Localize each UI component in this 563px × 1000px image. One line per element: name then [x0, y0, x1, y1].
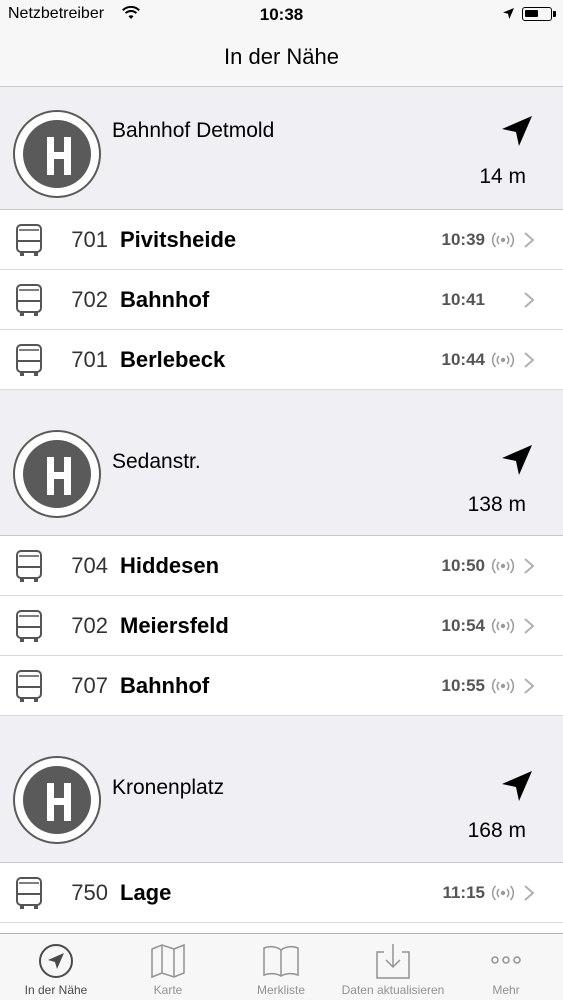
chevron-right-icon [523, 617, 535, 640]
departure-row[interactable]: 702 Meiersfeld 10:54 [0, 596, 563, 656]
tab-label: Karte [153, 983, 183, 997]
line-number: 750 [71, 880, 108, 905]
tab-daten-aktualisieren[interactable]: Daten aktualisieren [337, 934, 449, 1000]
page-title: In der Nähe [224, 44, 339, 69]
realtime-signal-icon [490, 884, 516, 907]
departure-time: 10:54 [441, 616, 485, 635]
bus-icon [15, 343, 43, 382]
destination: Lage [120, 880, 172, 905]
stop-header[interactable]: Sedanstr. 138 m [0, 390, 563, 536]
departure-row[interactable]: 701 Berlebeck 10:44 [0, 330, 563, 390]
destination: Hiddesen [120, 553, 220, 578]
map-icon [149, 942, 187, 985]
realtime-signal-icon [490, 231, 516, 254]
destination: Meiersfeld [120, 613, 229, 638]
departure-time: 11:15 [442, 883, 485, 902]
bus-icon [15, 609, 43, 648]
bus-stop-h-icon [13, 756, 101, 844]
departure-row[interactable]: 702 Bahnhof 10:41 [0, 270, 563, 330]
chevron-right-icon [523, 677, 535, 700]
bus-stop-h-icon [13, 430, 101, 518]
navigation-bar: In der Nähe [0, 30, 563, 87]
departure-time: 10:41 [441, 290, 485, 309]
battery-icon [522, 7, 552, 21]
stop-name: Sedanstr. [112, 450, 201, 473]
location-services-icon [502, 7, 515, 25]
departure-row[interactable]: 701 Pivitsheide 10:39 [0, 210, 563, 270]
realtime-signal-icon [490, 617, 516, 640]
chevron-right-icon [523, 291, 535, 314]
line-number: 701 [71, 227, 108, 252]
tab-karte[interactable]: Karte [112, 934, 224, 1000]
realtime-signal-icon [490, 677, 516, 700]
destination: Bahnhof [120, 287, 210, 312]
more-dots-icon [487, 942, 525, 985]
wifi-icon [122, 5, 140, 25]
line-number: 707 [71, 673, 108, 698]
departure-time: 10:39 [441, 230, 485, 249]
chevron-right-icon [523, 231, 535, 254]
location-arrow-icon [37, 942, 75, 985]
bus-stop-h-icon [13, 110, 101, 198]
destination: Pivitsheide [120, 227, 237, 252]
stop-name: Kronenplatz [112, 776, 225, 799]
bus-icon [15, 876, 43, 915]
realtime-signal-icon [490, 351, 516, 374]
tab-label: Merkliste [256, 983, 305, 997]
departure-row[interactable]: 707 Bahnhof 10:55 [0, 656, 563, 716]
tab-label: Mehr [492, 983, 520, 997]
carrier-name: Netzbetreiber [8, 5, 105, 22]
bus-icon [15, 549, 43, 588]
chevron-right-icon [523, 884, 535, 907]
departure-row[interactable]: 704 Hiddesen 10:50 [0, 536, 563, 596]
stop-distance: 168 m [467, 819, 526, 842]
stop-distance: 138 m [467, 493, 526, 516]
tab-in-der-naehe[interactable]: In der Nähe [0, 934, 112, 1000]
tab-mehr[interactable]: Mehr [450, 934, 562, 1000]
nearby-stops-list: Bahnhof Detmold 14 m 701 Pivitsheide 10:… [0, 87, 563, 923]
bus-icon [15, 223, 43, 262]
chevron-right-icon [523, 557, 535, 580]
bus-icon [15, 283, 43, 322]
line-number: 704 [71, 553, 108, 578]
book-icon [262, 942, 300, 985]
stop-header[interactable]: Kronenplatz 168 m [0, 716, 563, 863]
line-number: 702 [71, 613, 108, 638]
tab-label: In der Nähe [24, 983, 88, 997]
navigate-arrow-icon[interactable] [500, 443, 534, 482]
stop-header[interactable]: Bahnhof Detmold 14 m [0, 87, 563, 210]
stop-name: Bahnhof Detmold [112, 119, 275, 142]
navigate-arrow-icon[interactable] [500, 769, 534, 808]
stop-distance: 14 m [479, 165, 526, 188]
tab-label: Daten aktualisieren [341, 983, 445, 997]
chevron-right-icon [523, 351, 535, 374]
line-number: 702 [71, 287, 108, 312]
realtime-signal-icon [490, 557, 516, 580]
departure-time: 10:44 [441, 350, 485, 369]
departure-time: 10:50 [441, 556, 485, 575]
departure-row[interactable]: 750 Lage 11:15 [0, 863, 563, 923]
battery-tip [553, 11, 556, 17]
departure-time: 10:55 [441, 676, 485, 695]
tab-merkliste[interactable]: Merkliste [225, 934, 337, 1000]
tab-bar: In der Nähe Karte Merkliste Daten aktual… [0, 933, 563, 1000]
line-number: 701 [71, 347, 108, 372]
download-icon [374, 942, 412, 985]
status-bar: Netzbetreiber 10:38 [0, 0, 563, 30]
navigate-arrow-icon[interactable] [500, 114, 534, 153]
destination: Bahnhof [120, 673, 210, 698]
bus-icon [15, 669, 43, 708]
destination: Berlebeck [120, 347, 226, 372]
